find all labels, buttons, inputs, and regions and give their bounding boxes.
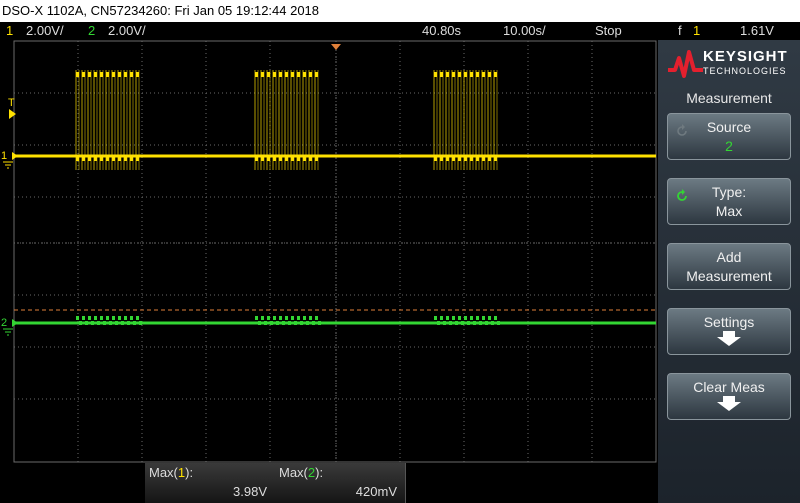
- measurement-1-label: Max(1):: [149, 465, 194, 480]
- keysight-wave-icon: [668, 50, 703, 78]
- settings-label: Settings: [703, 314, 755, 330]
- trigger-slope-icon: f: [678, 23, 682, 38]
- trigger-position-icon: [331, 44, 341, 50]
- ch1-ground-icon[interactable]: 1: [1, 150, 18, 169]
- timebase-scale[interactable]: 10.00s/: [503, 22, 546, 40]
- ch2-ground-label: 2: [1, 317, 7, 329]
- add-label-line1: Add: [716, 249, 742, 265]
- settings-softkey[interactable]: Settings: [667, 308, 791, 355]
- trigger-level[interactable]: 1.61V: [740, 22, 774, 40]
- graticule-grid: [13, 40, 657, 463]
- trigger-source[interactable]: 1: [693, 22, 700, 40]
- trigger-marker-label: T: [8, 97, 15, 109]
- ch2-scale[interactable]: 2.00V/: [108, 22, 146, 40]
- type-value: Max: [715, 203, 743, 219]
- keysight-logo: KEYSIGHT TECHNOLOGIES: [658, 40, 800, 85]
- ch1-number[interactable]: 1: [6, 22, 13, 40]
- type-softkey[interactable]: Type: Max: [667, 178, 791, 225]
- clear-meas-softkey[interactable]: Clear Meas: [667, 373, 791, 420]
- measurement-1[interactable]: Max(1): 3.98V: [145, 463, 276, 503]
- ch2-number[interactable]: 2: [88, 22, 95, 40]
- source-label: Source: [706, 119, 752, 135]
- brand-name: KEYSIGHT: [703, 48, 788, 65]
- horizontal-delay[interactable]: 40.80s: [422, 22, 461, 40]
- source-value: 2: [725, 138, 733, 154]
- add-label-line2: Measurement: [686, 268, 772, 284]
- type-label: Type:: [711, 184, 747, 200]
- add-measurement-softkey[interactable]: Add Measurement: [667, 243, 791, 290]
- measurement-2[interactable]: Max(2): 420mV: [275, 463, 406, 503]
- source-softkey[interactable]: Source 2: [667, 113, 791, 160]
- clear-label: Clear Meas: [693, 379, 765, 395]
- measurement-2-label: Max(2):: [279, 465, 324, 480]
- ch2-ground-icon[interactable]: 2: [1, 317, 18, 336]
- measurement-2-value: 420mV: [355, 484, 397, 499]
- trigger-level-marker: [9, 109, 16, 119]
- window-title: DSO-X 1102A, CN57234260: Fri Jan 05 19:1…: [0, 0, 800, 22]
- status-bar: 1 2.00V/ 2 2.00V/ 40.80s 10.00s/ Stop f …: [0, 22, 800, 40]
- softkey-panel: KEYSIGHT TECHNOLOGIES Measurement Source…: [658, 40, 800, 503]
- measurement-1-value: 3.98V: [233, 484, 267, 499]
- brand-subtitle: TECHNOLOGIES: [703, 66, 787, 76]
- ch1-ground-label: 1: [1, 150, 7, 162]
- ch1-scale[interactable]: 2.00V/: [26, 22, 64, 40]
- menu-title: Measurement: [686, 90, 772, 106]
- run-state[interactable]: Stop: [595, 22, 622, 40]
- measurement-bar: Max(1): 3.98V Max(2): 420mV: [0, 463, 658, 503]
